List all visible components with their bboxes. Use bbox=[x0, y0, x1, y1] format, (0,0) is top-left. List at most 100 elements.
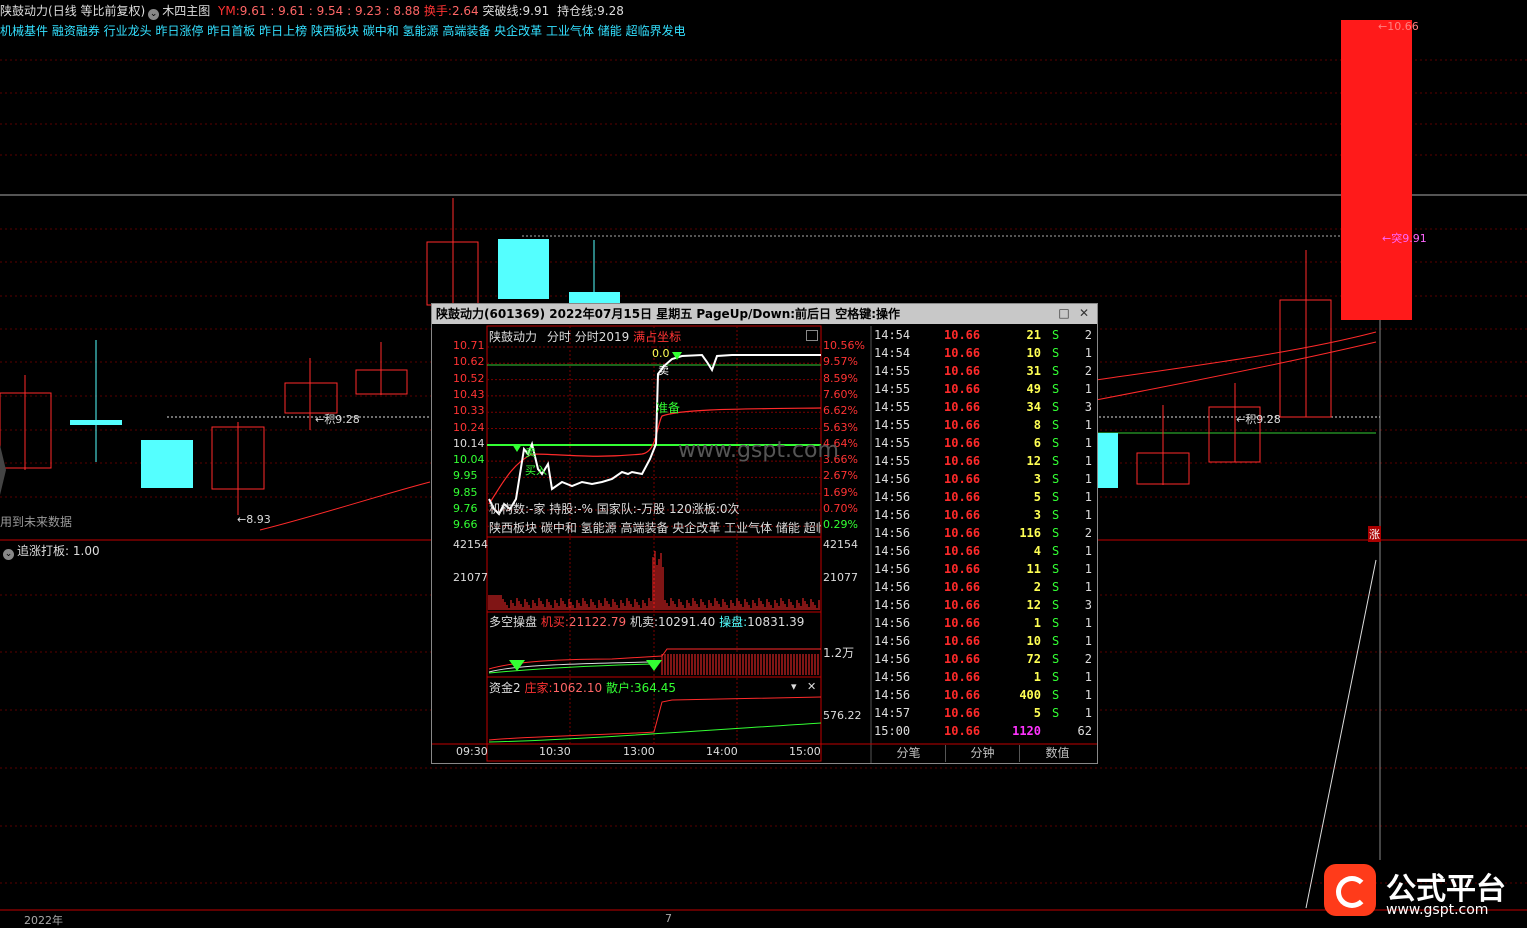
breakout-price-label: ←突9.91 bbox=[1382, 232, 1427, 245]
tick-side: S bbox=[1052, 526, 1060, 540]
tick-side: S bbox=[1052, 634, 1060, 648]
tick-count: 3 bbox=[1084, 598, 1092, 612]
right-percent-tick: 1.69% bbox=[823, 485, 858, 499]
sub-indicator-name[interactable]: 追涨打板 bbox=[17, 544, 65, 558]
right-percent-tick: 9.57% bbox=[823, 355, 858, 369]
tick-side: S bbox=[1052, 382, 1060, 396]
tick-side: S bbox=[1052, 688, 1060, 702]
tick-count: 1 bbox=[1084, 346, 1092, 360]
right-percent-tick: 0.70% bbox=[823, 502, 858, 515]
tick-count: 3 bbox=[1084, 400, 1092, 414]
tick-count: 1 bbox=[1084, 472, 1092, 486]
ma-curve-left bbox=[259, 481, 431, 531]
intraday-popup-window[interactable]: 陕鼓动力(601369) 2022年07月15日 星期五 PageUp/Down… bbox=[431, 303, 1098, 764]
tick-time: 15:00 bbox=[874, 724, 911, 738]
tick-time: 14:56 bbox=[874, 526, 911, 540]
tick-time: 14:55 bbox=[874, 454, 911, 468]
tick-price: 10.66 bbox=[944, 724, 981, 738]
tick-side: S bbox=[1052, 652, 1060, 666]
tick-price: 10.66 bbox=[944, 670, 981, 684]
tick-price: 10.66 bbox=[944, 328, 981, 342]
tick-price: 10.66 bbox=[944, 400, 981, 414]
tick-row: 15:00 10.66 1120 62 bbox=[872, 722, 1096, 740]
left-scroll-handle bbox=[0, 445, 6, 495]
left-price-tick: 9.85 bbox=[453, 485, 478, 499]
chevron-down-icon[interactable]: ⌄ bbox=[148, 9, 160, 20]
tick-count: 1 bbox=[1084, 580, 1092, 594]
time-tick: 10:30 bbox=[539, 745, 571, 758]
hold-price-label-left: ←积9.28 bbox=[315, 413, 360, 426]
tick-volume: 49 bbox=[1026, 382, 1041, 396]
logo-url: www.gspt.com bbox=[1386, 902, 1489, 918]
concept-tags: 机械基件 融资融券 行业龙头 昨日涨停 昨日首板 昨日上榜 陕西板块 碳中和 氢… bbox=[0, 24, 686, 38]
tab-fenbi[interactable]: 分笔 bbox=[872, 745, 946, 762]
duokong-header: 多空操盘 机买:21122.79 机卖:10291.40 操盘:10831.39 bbox=[489, 613, 821, 630]
time-tick: 09:30 bbox=[456, 745, 488, 758]
tick-volume: 3 bbox=[1033, 472, 1041, 486]
breakout-value: 9.91 bbox=[522, 4, 550, 18]
tick-time: 14:56 bbox=[874, 580, 911, 594]
turnover-value: 2.64 bbox=[451, 4, 479, 18]
tick-time: 14:56 bbox=[874, 616, 911, 630]
tick-row: 14:56 10.66 3 S 1 bbox=[872, 470, 1096, 488]
tick-list[interactable]: 14:54 10.66 21 S 2 14:54 10.66 10 S 1 14:55 10.66 31… bbox=[872, 326, 1096, 744]
tick-side: S bbox=[1052, 418, 1060, 432]
stock-name[interactable]: 陕鼓动力 bbox=[0, 4, 48, 18]
sanhu-label: 散户: bbox=[605, 681, 635, 695]
tick-volume: 31 bbox=[1026, 364, 1041, 378]
hold-value: 9.28 bbox=[597, 4, 624, 18]
tick-price: 10.66 bbox=[944, 580, 981, 594]
tick-row: 14:56 10.66 11 S 1 bbox=[872, 560, 1096, 578]
caopan-label: 操盘: bbox=[719, 615, 748, 629]
tick-row: 14:56 10.66 3 S 1 bbox=[872, 506, 1096, 524]
zijin-close-icon[interactable]: ✕ bbox=[807, 680, 816, 693]
sell-label-2: 卖 bbox=[525, 446, 536, 459]
tab-fenshi2019[interactable]: 分时2019 bbox=[575, 330, 630, 344]
sell-label: 卖 bbox=[658, 364, 669, 377]
tick-volume: 4 bbox=[1033, 544, 1041, 558]
tick-count: 1 bbox=[1084, 688, 1092, 702]
tick-price: 10.66 bbox=[944, 418, 981, 432]
jimai2-label: 机卖: bbox=[629, 615, 659, 629]
tick-side: S bbox=[1052, 454, 1060, 468]
tick-row: 14:56 10.66 5 S 1 bbox=[872, 488, 1096, 506]
tick-volume: 5 bbox=[1033, 706, 1041, 720]
zijin-dropdown-icon[interactable]: ▾ bbox=[791, 680, 797, 693]
tick-row: 14:56 10.66 1 S 1 bbox=[872, 614, 1096, 632]
window-toggle-icon[interactable] bbox=[806, 330, 818, 341]
tick-time: 14:55 bbox=[874, 382, 911, 396]
tick-volume: 400 bbox=[1019, 688, 1041, 702]
tab-full-coord[interactable]: 满占坐标 bbox=[633, 330, 681, 344]
tick-side: S bbox=[1052, 508, 1060, 522]
chevron-down-icon[interactable]: ⌄ bbox=[3, 549, 14, 560]
left-price-tick: 10.43 bbox=[453, 387, 485, 401]
tick-volume: 1120 bbox=[1012, 724, 1041, 738]
tick-row: 14:57 10.66 5 S 1 bbox=[872, 704, 1096, 722]
tick-volume: 10 bbox=[1026, 634, 1041, 648]
tick-time: 14:56 bbox=[874, 490, 911, 504]
breakout-label: 突破线: bbox=[482, 4, 523, 18]
tick-time: 14:56 bbox=[874, 634, 911, 648]
caopan-value: 10831.39 bbox=[747, 615, 805, 629]
tab-fenzhong[interactable]: 分钟 bbox=[946, 745, 1020, 762]
tick-row: 14:55 10.66 6 S 1 bbox=[872, 434, 1096, 452]
tab-fenshi[interactable]: 分时 bbox=[547, 330, 571, 344]
right-percent-tick: 7.60% bbox=[823, 387, 858, 401]
tick-volume: 72 bbox=[1026, 652, 1041, 666]
tick-volume: 3 bbox=[1033, 508, 1041, 522]
indicator-name[interactable]: 木四主图 bbox=[162, 4, 210, 18]
tick-volume: 8 bbox=[1033, 418, 1041, 432]
ym-label: YM: bbox=[218, 4, 240, 18]
buy-label: 买入 bbox=[525, 464, 547, 477]
tab-shuzhi[interactable]: 数值 bbox=[1020, 745, 1095, 762]
tick-row: 14:55 10.66 49 S 1 bbox=[872, 380, 1096, 398]
tick-side: S bbox=[1052, 706, 1060, 720]
tick-count: 2 bbox=[1084, 652, 1092, 666]
tick-side: S bbox=[1052, 670, 1060, 684]
sub-indicator-value: : 1.00 bbox=[65, 544, 100, 558]
tick-price: 10.66 bbox=[944, 706, 981, 720]
tick-time: 14:56 bbox=[874, 670, 911, 684]
tick-count: 1 bbox=[1084, 490, 1092, 504]
tick-side: S bbox=[1052, 544, 1060, 558]
left-price-tick: 10.62 bbox=[453, 355, 485, 369]
